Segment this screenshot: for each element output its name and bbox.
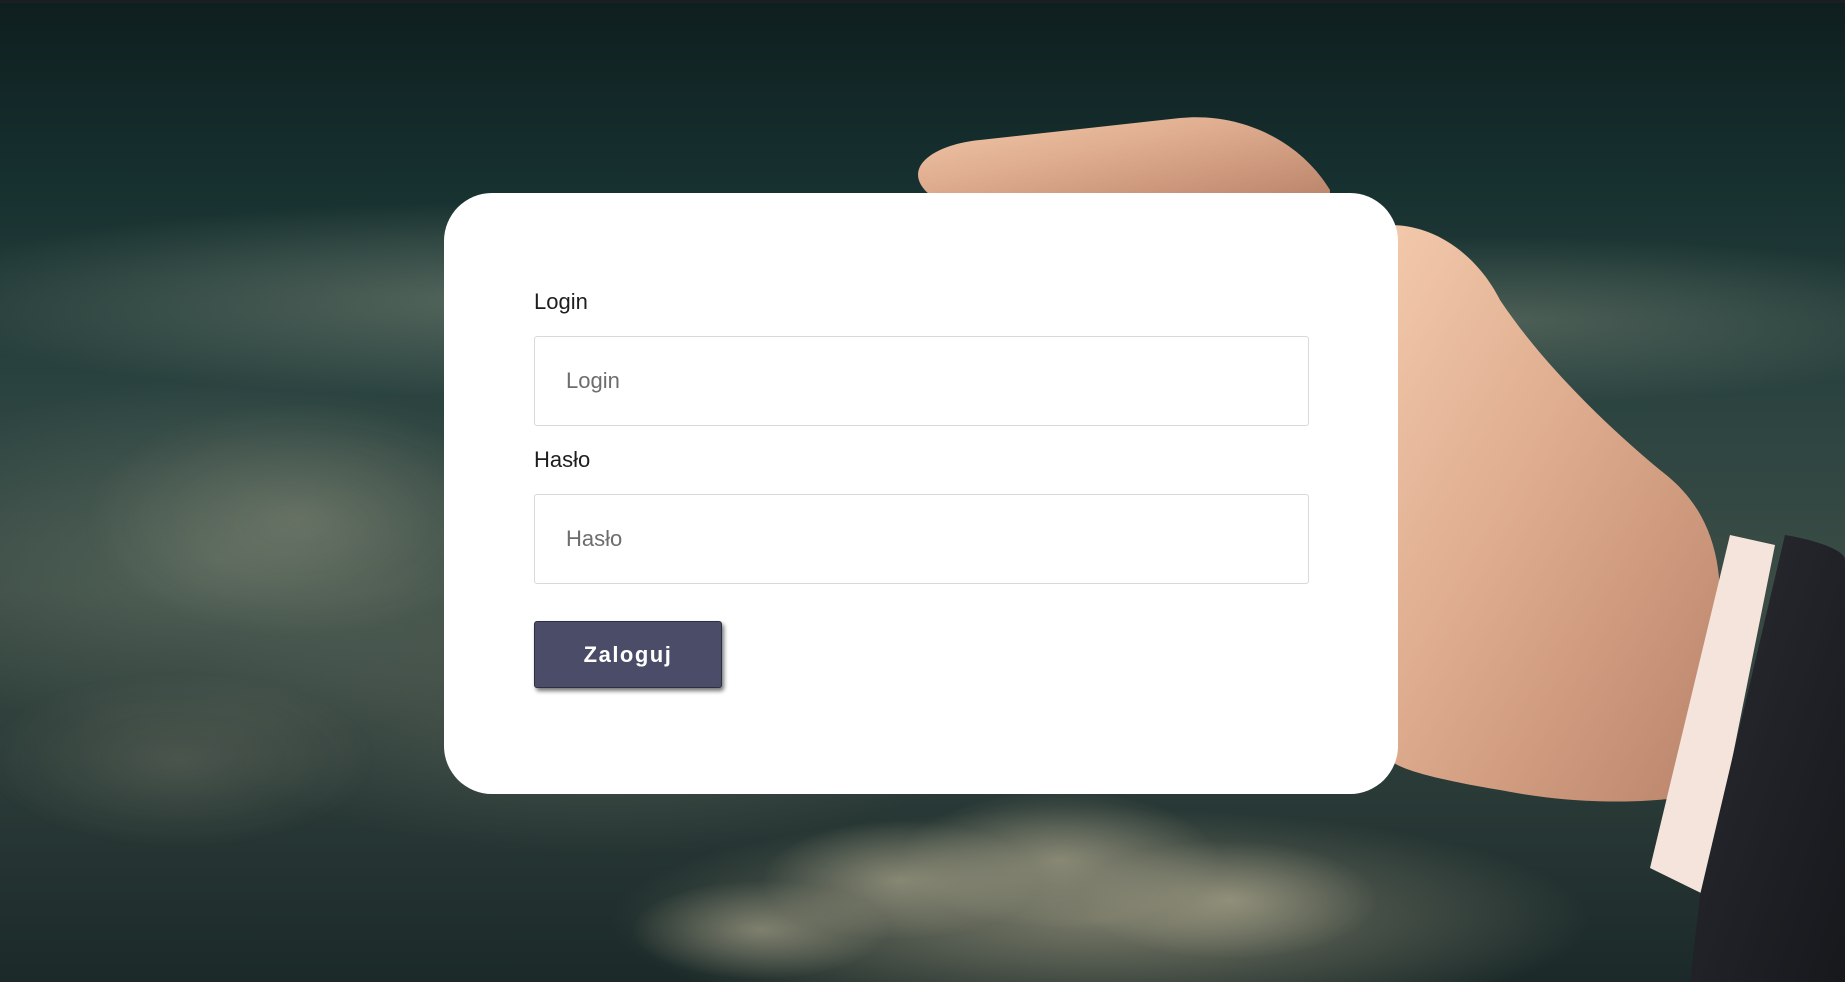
- login-label: Login: [534, 289, 588, 314]
- top-border: [0, 0, 1845, 3]
- password-label: Hasło: [534, 447, 591, 472]
- login-card: Login Hasło Zaloguj: [444, 193, 1398, 794]
- login-button[interactable]: Zaloguj: [534, 621, 722, 688]
- password-input[interactable]: [534, 494, 1309, 584]
- login-input[interactable]: [534, 336, 1309, 426]
